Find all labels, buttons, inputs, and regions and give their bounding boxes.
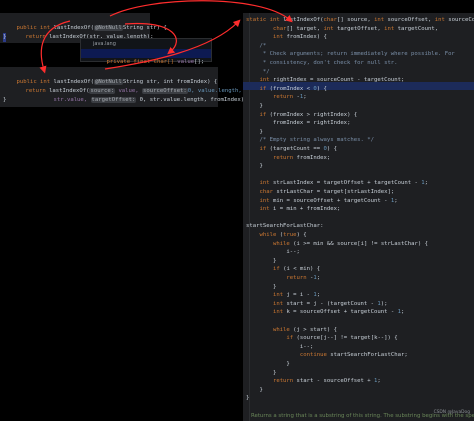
code-line: return start - sourceOffset + 1;	[272, 378, 381, 385]
method-signature: public int lastIndexOf(@NotNullString st…	[16, 24, 167, 31]
code-line: return -1;	[272, 94, 307, 101]
code-line: }	[246, 283, 277, 290]
code-line: * Check arguments; return immediately wh…	[246, 51, 455, 58]
code-line: * consistency, don't check for null str.	[246, 60, 398, 66]
argument-line: str.value, targetOffset: 0, str.value.le…	[53, 96, 248, 103]
code-line: int k = sourceOffset + targetCount - 1;	[272, 309, 405, 316]
code-line: if (fromIndex > rightIndex) {	[259, 111, 358, 118]
editor-panel-static-lastindexof: static int lastIndexOf(char[] source, in…	[243, 13, 474, 421]
code-line: while (true) {	[259, 232, 307, 238]
code-line: continue startSearchForLastChar;	[299, 352, 408, 359]
code-line: if (fromIndex < 0) {	[259, 85, 327, 92]
code-line: /*	[246, 42, 267, 49]
code-line: }	[246, 369, 277, 376]
code-line: /* Empty string always matches. */	[246, 137, 374, 144]
code-line: }	[246, 103, 263, 109]
code-line: while (j > start) {	[272, 326, 337, 333]
code-line: int strLastIndex = targetOffset + target…	[259, 180, 428, 187]
method-signature-2: public int lastIndexOf(@NotNullString st…	[16, 78, 218, 85]
code-line: }	[246, 257, 277, 264]
code-line: int fromIndex) {	[272, 34, 327, 41]
code-line: */	[246, 68, 270, 75]
closing-brace: }	[3, 33, 7, 42]
code-line: int rightIndex = sourceCount - targetCou…	[259, 77, 405, 84]
code-line: i--;	[286, 249, 300, 256]
code-line: return -1;	[286, 275, 321, 281]
code-line: int j = i - 1;	[272, 292, 321, 299]
declaration-popup: java.lang private final char[] value[];	[80, 38, 212, 65]
editor-panel-lastindexof-str-fromindex: public int lastIndexOf(@NotNullString st…	[0, 67, 247, 107]
param-hint-targetoffset: targetOffset:	[90, 96, 137, 103]
code-line: int i = min + fromIndex;	[259, 206, 341, 213]
return-statement: return lastIndexOf(str, value.length);	[25, 33, 154, 40]
popup-package: java.lang	[93, 41, 116, 47]
code-line: }	[246, 128, 263, 135]
code-line: i--;	[299, 343, 314, 350]
code-line: int min = sourceOffset + targetCount - 1…	[259, 197, 398, 204]
code-line: if (targetCount == 0) {	[259, 146, 337, 152]
code-line: char strLastChar = target[strLastIndex];	[259, 189, 395, 195]
code-line: if (i < min) {	[272, 266, 321, 273]
code-line: static int lastIndexOf(char[] source, in…	[246, 17, 474, 23]
closing-brace-2: }	[3, 97, 7, 103]
code-line: if (source[j--] != target[k--]) {	[286, 335, 398, 342]
code-line: while (i >= min && source[i] != strLastC…	[272, 240, 428, 247]
code-line: }	[246, 395, 250, 402]
code-line: int start = j - (targetCount - 1);	[272, 300, 388, 307]
code-line: }	[246, 163, 263, 170]
code-line: fromIndex = rightIndex;	[272, 120, 351, 127]
code-line: }	[246, 361, 290, 367]
return-statement-2: return lastIndexOf(source: value, source…	[25, 87, 242, 94]
code-line: startSearchForLastChar:	[246, 223, 324, 230]
code-line: return fromIndex;	[272, 154, 331, 161]
watermark: CSDN @JavaDog	[433, 410, 470, 415]
value-field-declaration[interactable]: private final char[] value[];	[93, 49, 204, 65]
code-line: }	[246, 386, 263, 393]
code-line: char[] target, int targetOffset, int tar…	[272, 25, 439, 32]
